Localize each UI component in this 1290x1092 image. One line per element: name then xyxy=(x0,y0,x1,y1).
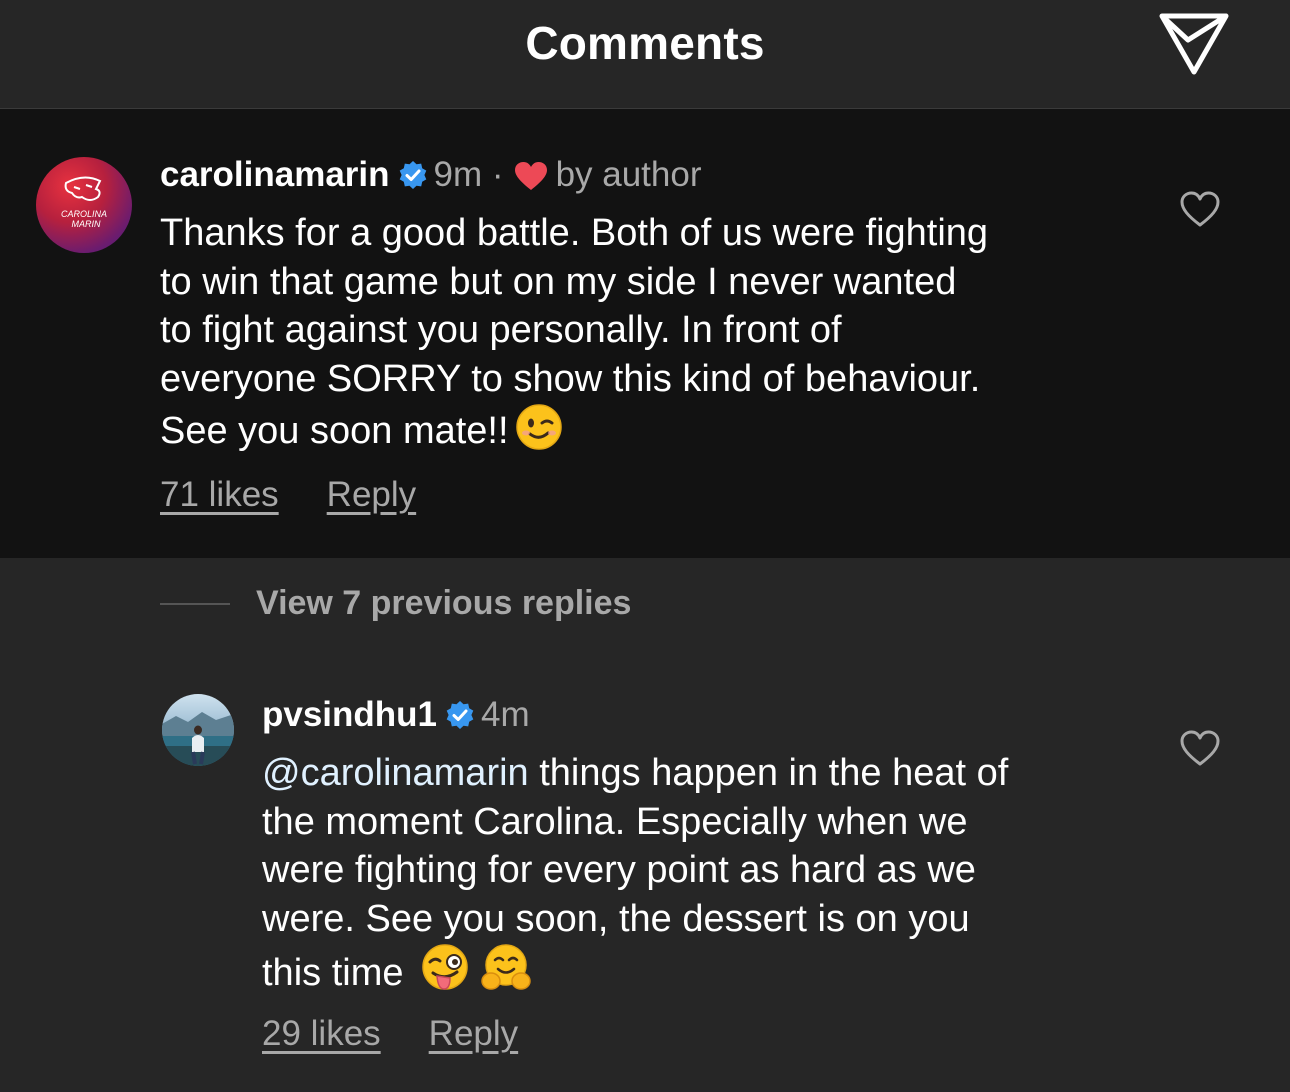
comment-actions: 71 likes Reply xyxy=(160,475,416,515)
view-previous-replies-button[interactable]: View 7 previous replies xyxy=(160,584,631,628)
reply-text-line: were fighting for every point as hard as… xyxy=(262,849,976,891)
avatar-text-line1: CAROLINA xyxy=(61,209,107,219)
avatar[interactable]: CAROLINA MARIN xyxy=(36,157,132,253)
reply-button[interactable]: Reply xyxy=(327,475,416,514)
heart-outline-icon xyxy=(1180,191,1220,227)
avatar-text-line2: MARIN xyxy=(72,219,102,229)
reply-text-line-last: this time xyxy=(262,943,1008,998)
reply-button[interactable]: Reply xyxy=(429,1014,518,1053)
avatar[interactable] xyxy=(162,694,234,766)
comment-text-line-last: See you soon mate!! xyxy=(160,403,988,456)
username[interactable]: pvsindhu1 xyxy=(262,695,437,734)
comments-header: Comments xyxy=(0,0,1290,109)
reply-text-line: were. See you soon, the dessert is on yo… xyxy=(262,897,970,940)
like-button[interactable] xyxy=(1178,728,1222,768)
reply-text-line: things happen in the heat of xyxy=(528,752,1009,794)
reply-text-line: the moment Carolina. Especially when we xyxy=(262,800,968,843)
comment-text: Thanks for a good battle. Both of us wer… xyxy=(160,209,988,456)
hugging-face-emoji-icon xyxy=(481,944,531,990)
paper-plane-icon xyxy=(1159,13,1229,75)
comment-meta: carolinamarin 9m · by author xyxy=(160,155,702,195)
comment-text-line: See you soon mate!! xyxy=(160,410,509,452)
heart-filled-icon xyxy=(514,162,547,190)
comment-item: CAROLINA MARIN carolinamarin 9m · by aut… xyxy=(0,109,1290,558)
reply-text-line: this time xyxy=(262,952,404,994)
comment-text-line: to win that game but on my side I never … xyxy=(160,260,957,303)
comment-text-line: Thanks for a good battle. Both of us wer… xyxy=(160,212,989,254)
comment-text-line: to fight against you personally. In fron… xyxy=(160,309,842,351)
mention-link[interactable]: @carolinamarin xyxy=(262,752,529,794)
profile-photo-icon xyxy=(162,712,234,766)
reply-text-line-first: @carolinamarin things happen in the heat… xyxy=(262,749,1008,798)
timestamp: 9m xyxy=(433,155,483,194)
verified-badge-icon xyxy=(446,701,474,729)
likes-count-link[interactable]: 71 likes xyxy=(160,475,279,514)
likes-count-link[interactable]: 29 likes xyxy=(262,1014,381,1053)
like-button[interactable] xyxy=(1178,189,1222,229)
heart-outline-icon xyxy=(1180,730,1220,766)
reply-meta: pvsindhu1 4m xyxy=(262,695,530,735)
view-previous-replies-label: View 7 previous replies xyxy=(256,584,632,622)
share-button[interactable] xyxy=(1156,10,1232,76)
timestamp: 4m xyxy=(481,695,530,734)
separator: · xyxy=(491,155,504,194)
winking-face-with-tongue-emoji-icon xyxy=(422,944,468,990)
page-title: Comments xyxy=(525,17,765,69)
panther-logo-icon: CAROLINA MARIN xyxy=(61,176,107,229)
liked-by-author-label: by author xyxy=(555,155,702,194)
username[interactable]: carolinamarin xyxy=(160,155,390,194)
replies-divider-line xyxy=(160,602,230,605)
reply-actions: 29 likes Reply xyxy=(262,1014,518,1054)
reply-text: @carolinamarin things happen in the heat… xyxy=(262,749,1008,998)
verified-badge-icon xyxy=(399,161,426,189)
winking-face-emoji-icon xyxy=(515,404,562,450)
comment-text-line: everyone SORRY to show this kind of beha… xyxy=(160,357,981,400)
